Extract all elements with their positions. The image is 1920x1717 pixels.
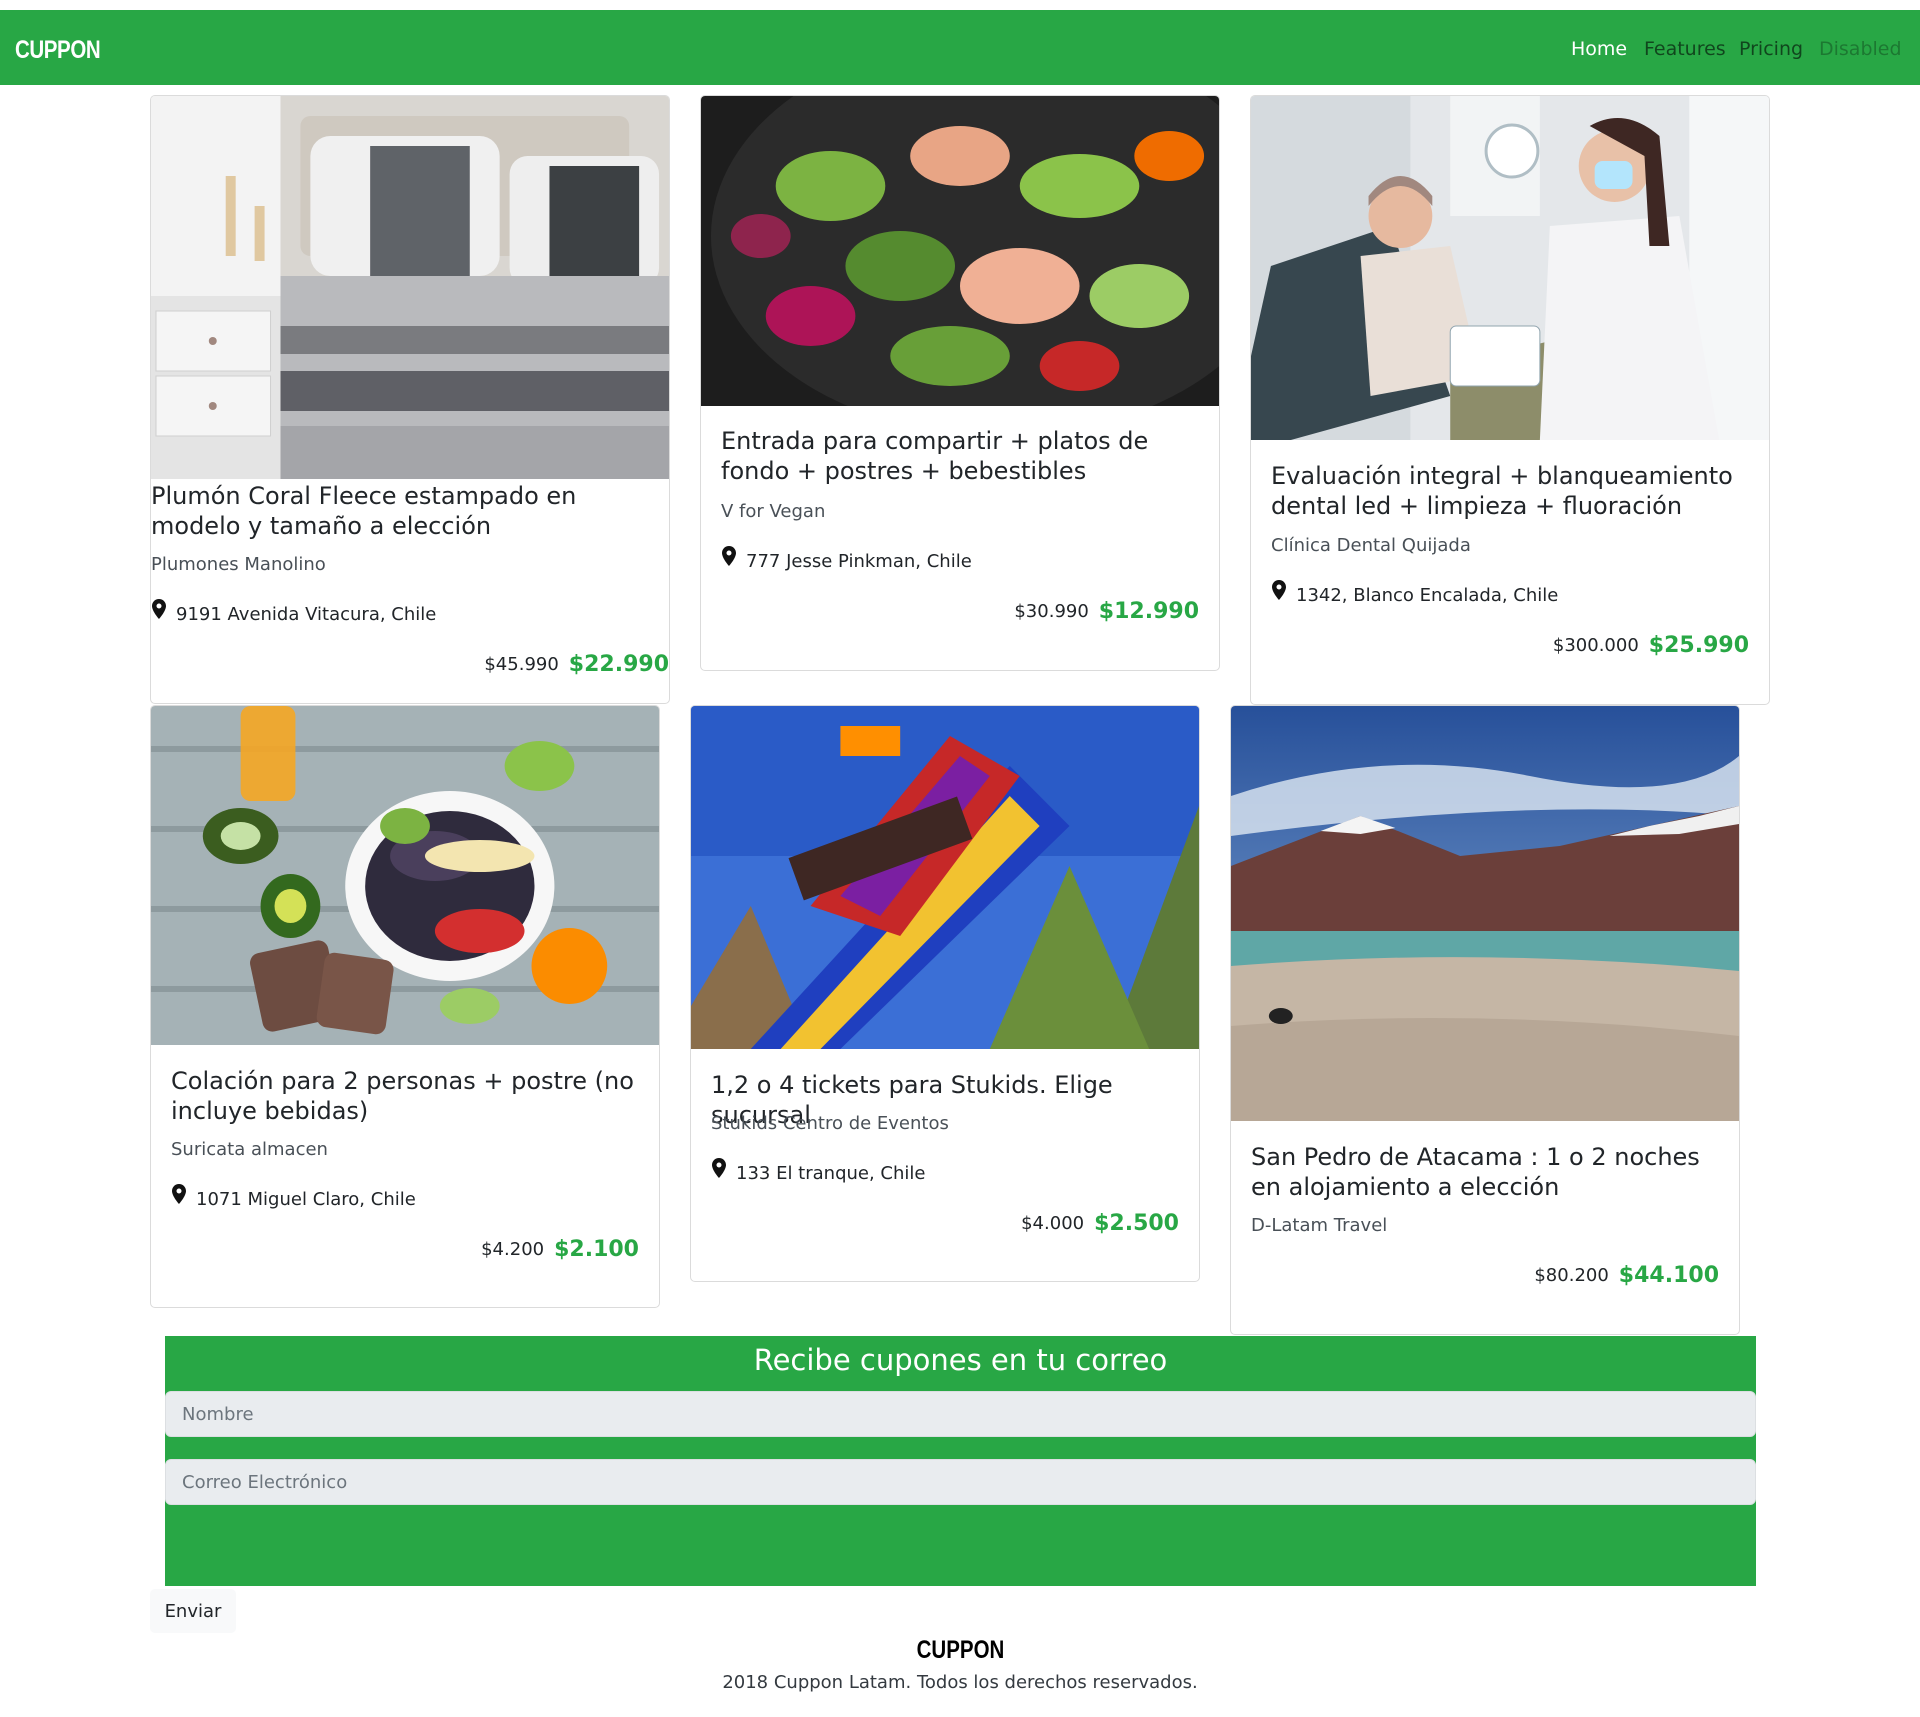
deal-vendor: Stukids Centro de Eventos bbox=[711, 1113, 949, 1134]
old-price: $300.000 bbox=[1552, 635, 1639, 656]
deal-card-atacama[interactable]: San Pedro de Atacama : 1 o 2 noches en a… bbox=[1230, 705, 1740, 1335]
navbar: CUPPON Home Features Pricing Disabled bbox=[0, 10, 1920, 85]
deal-card-bedding[interactable]: Plumón Coral Fleece estampado en modelo … bbox=[150, 95, 670, 704]
deal-title[interactable]: Evaluación integral + blanqueamiento den… bbox=[1271, 461, 1751, 521]
deal-card-stukids[interactable]: 1,2 o 4 tickets para Stukids. Elige sucu… bbox=[690, 705, 1200, 1282]
map-pin-icon bbox=[722, 546, 736, 566]
new-price: $2.100 bbox=[554, 1237, 639, 1262]
old-price: $4.200 bbox=[481, 1239, 545, 1260]
map-pin-icon bbox=[172, 1184, 186, 1204]
nav-link-features[interactable]: Features bbox=[1644, 38, 1726, 60]
new-price: $12.990 bbox=[1098, 599, 1199, 624]
deal-vendor: Plumones Manolino bbox=[151, 554, 326, 575]
email-input[interactable] bbox=[165, 1459, 1756, 1505]
deal-title[interactable]: Colación para 2 personas + postre (no in… bbox=[171, 1066, 641, 1126]
deal-price: $300.000 $25.990 bbox=[1553, 633, 1749, 658]
deal-image-salad bbox=[701, 96, 1219, 406]
deal-price: $4.000 $2.500 bbox=[1021, 1211, 1179, 1236]
deal-card-dental[interactable]: Evaluación integral + blanqueamiento den… bbox=[1250, 95, 1770, 705]
new-price: $2.500 bbox=[1094, 1211, 1179, 1236]
old-price: $30.990 bbox=[1014, 601, 1089, 622]
deal-vendor: Clínica Dental Quijada bbox=[1271, 535, 1471, 556]
brand-logo[interactable]: CUPPON bbox=[15, 36, 101, 65]
deal-price: $30.990 $12.990 bbox=[1014, 599, 1199, 624]
newsletter-title: Recibe cupones en tu correo bbox=[753, 1343, 1168, 1377]
deal-location: 133 El tranque, Chile bbox=[736, 1163, 926, 1184]
top-strip bbox=[0, 0, 1920, 10]
deal-card-snack[interactable]: Colación para 2 personas + postre (no in… bbox=[150, 705, 660, 1308]
deal-image-stukids bbox=[691, 706, 1199, 1049]
name-input[interactable] bbox=[165, 1391, 1756, 1437]
deal-vendor: D-Latam Travel bbox=[1251, 1215, 1388, 1236]
deal-location: 9191 Avenida Vitacura, Chile bbox=[176, 604, 437, 625]
deal-title[interactable]: Plumón Coral Fleece estampado en modelo … bbox=[151, 481, 669, 541]
nav-link-pricing[interactable]: Pricing bbox=[1739, 38, 1803, 60]
old-price: $45.990 bbox=[484, 654, 559, 675]
deal-location: 1071 Miguel Claro, Chile bbox=[196, 1189, 416, 1210]
deal-location: 1342, Blanco Encalada, Chile bbox=[1296, 585, 1559, 606]
deal-image-snack bbox=[151, 706, 659, 1045]
deal-title[interactable]: San Pedro de Atacama : 1 o 2 noches en a… bbox=[1251, 1142, 1721, 1202]
map-pin-icon bbox=[152, 599, 166, 619]
deal-image-atacama bbox=[1231, 706, 1739, 1121]
map-pin-icon bbox=[1272, 580, 1286, 600]
old-price: $4.000 bbox=[1021, 1213, 1085, 1234]
footer-copyright: 2018 Cuppon Latam. Todos los derechos re… bbox=[722, 1672, 1198, 1693]
nav-link-disabled: Disabled bbox=[1819, 38, 1902, 60]
submit-button[interactable]: Enviar bbox=[150, 1589, 236, 1633]
newsletter-form: Recibe cupones en tu correo bbox=[165, 1336, 1756, 1586]
deal-title[interactable]: Entrada para compartir + platos de fondo… bbox=[721, 426, 1201, 486]
deal-location: 777 Jesse Pinkman, Chile bbox=[746, 551, 972, 572]
deal-vendor: Suricata almacen bbox=[171, 1139, 328, 1160]
nav-link-home[interactable]: Home bbox=[1571, 38, 1627, 60]
deal-vendor: V for Vegan bbox=[721, 501, 826, 522]
deal-card-salad[interactable]: Entrada para compartir + platos de fondo… bbox=[700, 95, 1220, 671]
deal-price: $4.200 $2.100 bbox=[481, 1237, 639, 1262]
old-price: $80.200 bbox=[1534, 1265, 1609, 1286]
deal-price: $80.200 $44.100 bbox=[1534, 1263, 1719, 1288]
footer-brand: CUPPON bbox=[0, 1636, 1920, 1665]
new-price: $44.100 bbox=[1618, 1263, 1719, 1288]
new-price: $25.990 bbox=[1648, 633, 1749, 658]
map-pin-icon bbox=[712, 1158, 726, 1178]
deal-image-dental bbox=[1251, 96, 1769, 440]
new-price: $22.990 bbox=[568, 652, 669, 677]
deal-image-bedding bbox=[151, 96, 669, 479]
footer-brand-text: CUPPON bbox=[916, 1636, 1004, 1664]
deal-price: $45.990 $22.990 bbox=[484, 652, 669, 677]
